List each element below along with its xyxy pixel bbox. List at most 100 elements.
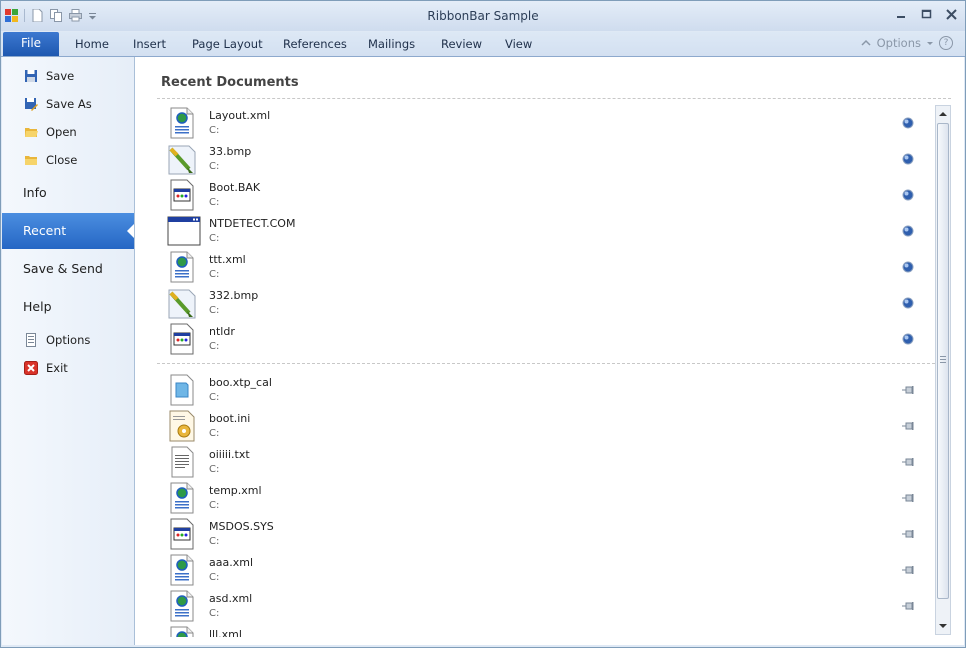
tab-references[interactable]: References <box>283 37 347 51</box>
recent-document-item[interactable]: temp.xml C: <box>157 480 935 516</box>
document-name: oiiiii.txt <box>209 448 250 461</box>
document-name: Boot.BAK <box>209 181 261 194</box>
recent-document-item[interactable]: oiiiii.txt C: <box>157 444 935 480</box>
document-path: C: <box>209 197 220 208</box>
document-path: C: <box>209 536 220 547</box>
pin-icon[interactable] <box>901 383 915 397</box>
pin-icon[interactable] <box>901 419 915 433</box>
pin-icon[interactable] <box>901 599 915 613</box>
recent-document-item[interactable]: lll.xml <box>157 624 935 637</box>
section-info[interactable]: Info <box>2 175 134 211</box>
document-name: lll.xml <box>209 628 242 637</box>
system-file-icon <box>167 179 197 211</box>
tab-review[interactable]: Review <box>441 37 482 51</box>
recent-document-item[interactable]: ntldr C: <box>157 321 935 357</box>
pinned-divider <box>157 363 935 364</box>
pin-icon[interactable] <box>901 563 915 577</box>
save-command[interactable]: Save <box>2 65 134 87</box>
pin-icon[interactable] <box>901 635 915 637</box>
recent-document-item[interactable]: Layout.xml C: <box>157 105 935 141</box>
pinned-icon[interactable] <box>901 296 915 310</box>
close-label: Close <box>46 153 78 167</box>
pin-icon[interactable] <box>901 455 915 469</box>
maximize-icon[interactable] <box>921 9 932 20</box>
pinned-icon[interactable] <box>901 188 915 202</box>
recent-document-item[interactable]: aaa.xml C: <box>157 552 935 588</box>
recent-document-item[interactable]: 332.bmp C: <box>157 285 935 321</box>
open-folder-icon <box>24 125 38 139</box>
pinned-icon[interactable] <box>901 332 915 346</box>
document-path: C: <box>209 161 220 172</box>
section-recent[interactable]: Recent <box>2 213 134 249</box>
recent-document-item[interactable]: Boot.BAK C: <box>157 177 935 213</box>
ribbon-options-area: Options ? <box>861 36 953 50</box>
vertical-scrollbar[interactable] <box>935 105 951 635</box>
tab-file[interactable]: File <box>3 32 59 56</box>
ribbon-options-button[interactable]: Options <box>877 36 921 50</box>
document-path: C: <box>209 305 220 316</box>
options-command[interactable]: Options <box>2 329 134 351</box>
save-icon <box>24 69 38 83</box>
document-name: NTDETECT.COM <box>209 217 296 230</box>
exit-command[interactable]: Exit <box>2 357 134 379</box>
recent-documents-heading: Recent Documents <box>161 75 299 90</box>
pinned-icon[interactable] <box>901 116 915 130</box>
open-command[interactable]: Open <box>2 121 134 143</box>
ribbon-tab-bar: File Home Insert Page Layout References … <box>1 32 965 57</box>
document-name: boo.xtp_cal <box>209 376 272 389</box>
scroll-down-icon[interactable] <box>936 618 950 634</box>
xml-file-icon <box>167 554 197 586</box>
tab-mailings[interactable]: Mailings <box>368 37 415 51</box>
pinned-icon[interactable] <box>901 152 915 166</box>
document-path: C: <box>209 608 220 619</box>
open-label: Open <box>46 125 77 139</box>
recent-documents-panel: Recent Documents Layout.xml C: 33.bmp C: Boo… <box>135 57 964 645</box>
document-name: boot.ini <box>209 412 251 425</box>
options-label: Options <box>46 333 91 347</box>
options-dropdown-icon[interactable] <box>927 36 933 50</box>
pin-icon[interactable] <box>901 491 915 505</box>
recent-document-item[interactable]: boo.xtp_cal C: <box>157 372 935 408</box>
recent-document-item[interactable]: asd.xml C: <box>157 588 935 624</box>
document-path: C: <box>209 464 220 475</box>
document-name: 332.bmp <box>209 289 259 302</box>
tab-page-layout[interactable]: Page Layout <box>192 37 263 51</box>
document-name: asd.xml <box>209 592 253 605</box>
system-file-icon <box>167 518 197 550</box>
recent-document-item[interactable]: ttt.xml C: <box>157 249 935 285</box>
document-name: Layout.xml <box>209 109 271 122</box>
tab-view[interactable]: View <box>505 37 532 51</box>
xml-file-icon <box>167 251 197 283</box>
tab-insert[interactable]: Insert <box>133 37 166 51</box>
minimize-icon[interactable] <box>896 9 907 20</box>
recent-document-item[interactable]: MSDOS.SYS C: <box>157 516 935 552</box>
section-help[interactable]: Help <box>2 289 134 325</box>
save-label: Save <box>46 69 75 83</box>
save-as-icon <box>24 97 38 111</box>
close-window-icon[interactable] <box>946 9 957 20</box>
window-controls <box>896 9 957 20</box>
close-command[interactable]: Close <box>2 149 134 171</box>
pinned-icon[interactable] <box>901 260 915 274</box>
save-as-label: Save As <box>46 97 92 111</box>
help-icon[interactable]: ? <box>939 36 953 50</box>
pin-icon[interactable] <box>901 527 915 541</box>
collapse-ribbon-icon[interactable] <box>861 36 871 50</box>
xml-file-icon <box>167 107 197 139</box>
save-as-command[interactable]: Save As <box>2 93 134 115</box>
document-path: C: <box>209 428 220 439</box>
document-path: C: <box>209 572 220 583</box>
recent-document-item[interactable]: 33.bmp C: <box>157 141 935 177</box>
recent-document-item[interactable]: NTDETECT.COM C: <box>157 213 935 249</box>
pinned-icon[interactable] <box>901 224 915 238</box>
program-window-icon <box>167 215 201 247</box>
scroll-up-icon[interactable] <box>936 106 950 122</box>
scroll-thumb[interactable] <box>937 123 949 599</box>
window-title: RibbonBar Sample <box>427 9 539 23</box>
tab-home[interactable]: Home <box>75 37 109 51</box>
bitmap-file-icon <box>167 143 197 175</box>
section-save-send[interactable]: Save & Send <box>2 251 134 287</box>
document-path: C: <box>209 269 220 280</box>
document-name: aaa.xml <box>209 556 253 569</box>
recent-document-item[interactable]: boot.ini C: <box>157 408 935 444</box>
